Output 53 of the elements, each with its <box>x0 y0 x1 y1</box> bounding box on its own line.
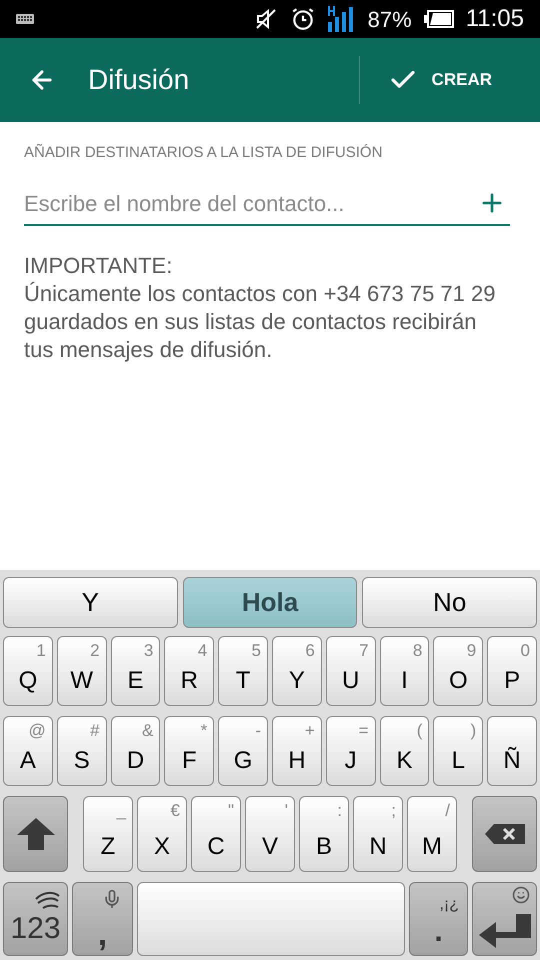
keyboard-key[interactable]: 7 U <box>326 636 376 706</box>
keyboard-key[interactable]: 6 Y <box>272 636 322 706</box>
battery-percent: 87% <box>368 6 412 34</box>
keyboard-key[interactable]: ' V <box>245 796 295 872</box>
enter-arrow-icon <box>478 913 532 949</box>
keyboard-icon <box>16 14 34 24</box>
suggestion-chip[interactable]: Hola <box>182 577 358 628</box>
keyboard-key[interactable]: Ñ <box>487 716 537 786</box>
keyboard-key[interactable]: 5 T <box>218 636 268 706</box>
important-note: IMPORTANTE: Únicamente los contactos con +34 673 75 71 29 guardados en sus listas de contactos recibirán tus mensajes de difusión. <box>24 252 496 364</box>
keyboard-key[interactable]: - G <box>218 716 268 786</box>
keyboard-key[interactable]: 1 Q <box>3 636 53 706</box>
recipient-field[interactable]: Escribe el nombre del contacto... <box>24 186 510 226</box>
swipe-logo-icon <box>35 889 61 911</box>
keyboard-key[interactable]: @ A <box>3 716 53 786</box>
keyboard-key[interactable]: = J <box>326 716 376 786</box>
section-label: AÑADIR DESTINATARIOS A LA LISTA DE DIFUSIÓN <box>24 142 384 163</box>
keyboard-key[interactable]: + H <box>272 716 322 786</box>
shift-key[interactable] <box>3 796 68 872</box>
keyboard-key[interactable]: / M <box>407 796 457 872</box>
period-key[interactable]: ,¡¿ . <box>409 882 468 956</box>
keyboard-key[interactable]: " C <box>191 796 241 872</box>
smiley-icon <box>512 886 530 904</box>
keyboard-key[interactable]: ( K <box>380 716 430 786</box>
create-button[interactable]: CREAR <box>360 38 540 122</box>
keyboard-key[interactable]: * F <box>164 716 214 786</box>
keyboard-key[interactable]: 4 R <box>164 636 214 706</box>
keyboard-key[interactable]: 3 E <box>110 636 160 706</box>
comma-key[interactable]: , <box>72 882 133 956</box>
keyboard-key[interactable]: ) L <box>433 716 484 786</box>
keyboard-key[interactable]: _ Z <box>83 796 133 872</box>
signal-icon <box>328 6 356 32</box>
screen-title: Difusión <box>88 63 190 97</box>
enter-key[interactable] <box>472 882 537 956</box>
keyboard-key[interactable]: # S <box>56 716 107 786</box>
keyboard-key[interactable]: 2 W <box>56 636 107 706</box>
keyboard-key[interactable]: & D <box>110 716 160 786</box>
mute-icon <box>254 7 278 31</box>
suggestion-chip[interactable]: No <box>362 577 538 628</box>
suggestion-chip[interactable]: Y <box>3 577 178 628</box>
backspace-key[interactable] <box>472 796 537 872</box>
battery-icon <box>424 10 454 28</box>
keyboard-key[interactable]: 8 I <box>380 636 430 706</box>
keyboard-key[interactable]: 0 P <box>487 636 537 706</box>
keyboard-key[interactable]: ; N <box>353 796 403 872</box>
keyboard-key[interactable]: 9 O <box>433 636 484 706</box>
numbers-key[interactable]: 123 <box>3 882 68 956</box>
keyboard-key[interactable]: : B <box>299 796 349 872</box>
shift-arrow-icon <box>16 817 56 851</box>
clock: 11:05 <box>466 4 524 34</box>
keyboard-key[interactable]: € X <box>137 796 187 872</box>
backspace-icon <box>484 823 526 845</box>
space-key[interactable] <box>137 882 405 956</box>
